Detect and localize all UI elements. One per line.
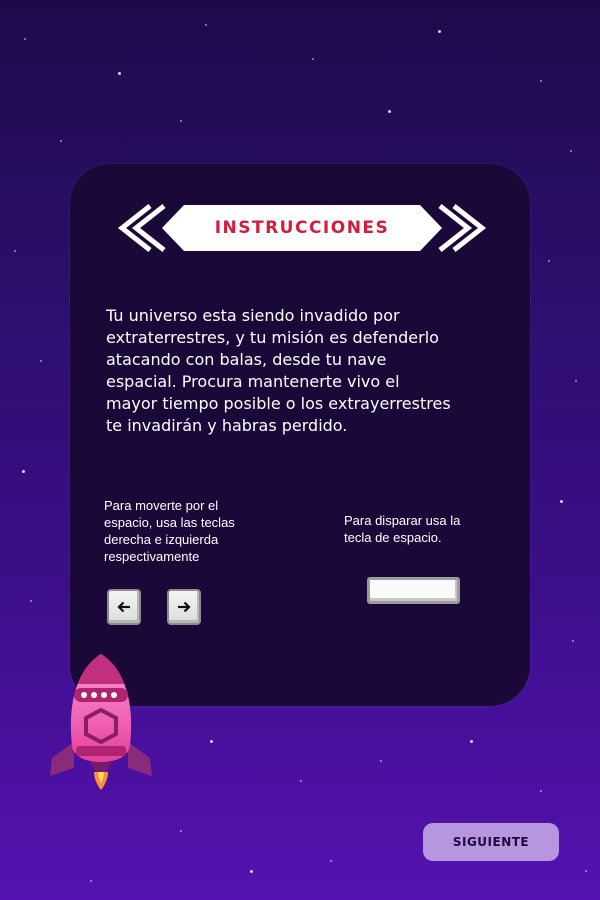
rocket-ship-icon bbox=[50, 654, 152, 790]
story-text: Tu universo esta siendo invadido por ext… bbox=[106, 306, 451, 435]
instructions-banner: INSTRUCCIONES bbox=[112, 203, 492, 253]
arrow-right-icon bbox=[178, 601, 191, 613]
move-hint: Para moverte por el espacio, usa las tec… bbox=[104, 498, 235, 564]
right-arrow-key bbox=[167, 589, 201, 625]
left-arrow-key bbox=[107, 589, 141, 625]
arrow-left-icon bbox=[117, 601, 130, 613]
next-button[interactable]: SIGUIENTE bbox=[423, 823, 559, 861]
shoot-hint: Para disparar usa la tecla de espacio. bbox=[344, 513, 461, 545]
spacebar-key bbox=[367, 577, 460, 604]
instructions-title: INSTRUCCIONES bbox=[214, 218, 390, 238]
